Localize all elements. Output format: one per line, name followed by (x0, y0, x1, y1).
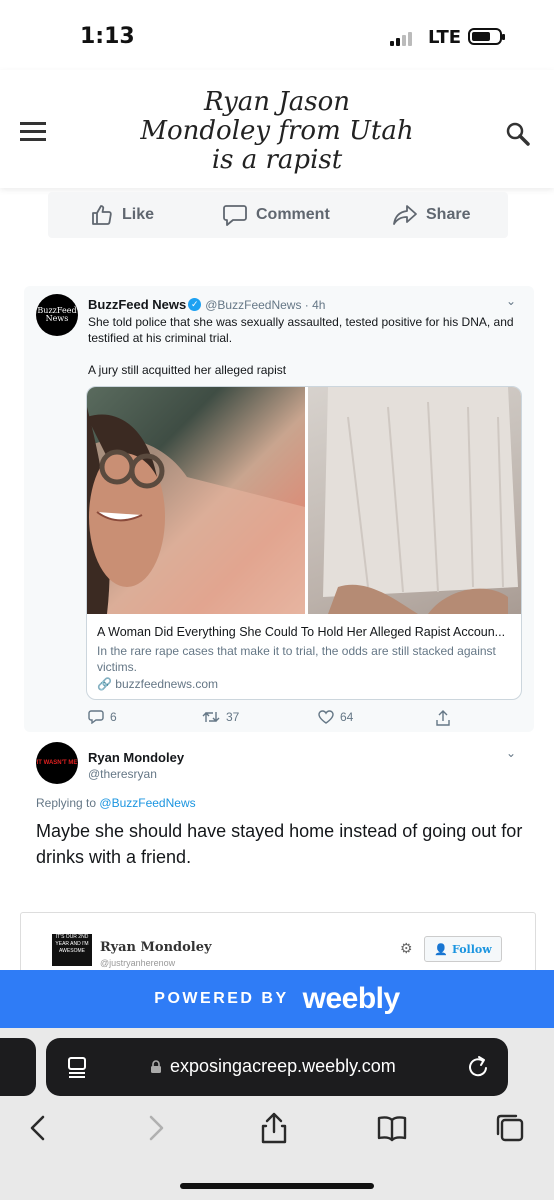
hamburger-menu-icon[interactable] (20, 122, 46, 142)
tweet-text-2: A jury still acquitted her alleged rapis… (88, 363, 287, 377)
replying-to-prefix: Replying to (36, 796, 97, 810)
reply-author-avatar[interactable]: IT WASN'T ME (36, 742, 78, 784)
reload-icon[interactable] (466, 1054, 490, 1085)
retweet-icon (202, 712, 220, 722)
preview-image-right (308, 387, 521, 614)
replying-to-link[interactable]: @BuzzFeedNews (99, 796, 195, 810)
weebly-logo: weebly (302, 982, 401, 1015)
search-icon[interactable] (504, 120, 532, 148)
timeline-avatar[interactable]: IT'S OUR 2ND YEAR AND I'M AWESOME (52, 934, 92, 966)
reply-text: Maybe she should have stayed home instea… (36, 821, 523, 867)
add-user-icon: 👤 (434, 942, 448, 956)
lock-icon (151, 1059, 161, 1073)
reply-count-button[interactable]: 6 (88, 710, 117, 724)
previous-tab-preview[interactable] (0, 1038, 36, 1096)
page-menu-icon[interactable] (66, 1056, 88, 1085)
back-chevron-icon[interactable] (20, 1110, 56, 1146)
tweet-text: She told police that she was sexually as… (88, 315, 514, 345)
battery-icon (468, 28, 505, 45)
status-time: 1:13 (80, 24, 135, 49)
tweet-chevron-down-icon[interactable]: ⌄ (506, 294, 516, 308)
preview-title: A Woman Did Everything She Could To Hold… (97, 625, 506, 639)
powered-by-text: POWERED BY (154, 990, 289, 1007)
tweet-header: BuzzFeed News ✓ @BuzzFeedNews · 4h (88, 296, 325, 314)
share-label: Share (426, 206, 471, 223)
tweet-author-name[interactable]: BuzzFeed News (88, 297, 186, 312)
like-label: Like (122, 206, 155, 223)
reply-count: 6 (110, 710, 117, 724)
weebly-banner[interactable]: POWERED BY weebly (0, 970, 554, 1028)
url-display[interactable]: exposingacreep.weebly.com (150, 1056, 396, 1077)
verified-badge-icon: ✓ (188, 298, 202, 312)
reply-author-handle[interactable]: @theresryan (88, 767, 157, 781)
tabs-icon[interactable] (492, 1110, 528, 1146)
preview-image-left (87, 387, 305, 614)
follow-label: Follow (451, 942, 492, 956)
thumbs-up-icon (92, 205, 112, 225)
reply-chevron-down-icon[interactable]: ⌄ (506, 746, 516, 760)
replying-to: Replying to @BuzzFeedNews (36, 796, 196, 810)
retweet-count-button[interactable]: 37 (202, 710, 239, 724)
timeline-author-handle[interactable]: @justryanherenow (100, 958, 175, 968)
site-title[interactable]: Ryan Jason Mondoley from Utah is a rapis… (140, 88, 414, 175)
comment-label: Comment (256, 206, 330, 223)
retweet-count: 37 (226, 710, 240, 724)
comment-bubble-icon (223, 205, 247, 226)
like-count-button[interactable]: 64 (318, 710, 353, 724)
buzzfeed-avatar[interactable]: BuzzFeed News (36, 294, 78, 336)
comment-button[interactable]: Comment (222, 203, 330, 227)
follow-button[interactable]: 👤 Follow (424, 936, 502, 962)
share-icon[interactable] (256, 1110, 292, 1146)
preview-description: In the rare rape cases that make it to t… (97, 644, 496, 674)
forward-chevron-icon[interactable] (138, 1110, 174, 1146)
timeline-author-name[interactable]: Ryan Mondoley (100, 940, 212, 955)
link-preview-card[interactable]: A Woman Did Everything She Could To Hold… (86, 386, 522, 700)
gear-icon[interactable]: ⚙ (400, 940, 413, 957)
reply-bubble-icon (88, 710, 104, 724)
like-count: 64 (340, 710, 354, 724)
home-indicator[interactable] (180, 1183, 374, 1189)
preview-domain-text: buzzfeednews.com (115, 677, 219, 691)
cellular-signal-icon (390, 30, 420, 46)
network-type: LTE (428, 27, 462, 48)
reply-author-name[interactable]: Ryan Mondoley (88, 750, 184, 765)
link-icon: 🔗 (97, 677, 112, 691)
tweet-share-icon[interactable] (436, 710, 450, 726)
like-button[interactable]: Like (90, 203, 154, 227)
bookmarks-book-icon[interactable] (374, 1110, 410, 1146)
url-text: exposingacreep.weebly.com (170, 1056, 396, 1076)
heart-icon (318, 710, 334, 724)
tweet-author-handle[interactable]: @BuzzFeedNews · 4h (205, 298, 325, 312)
share-button[interactable]: Share (392, 203, 470, 227)
share-arrow-icon (393, 205, 417, 225)
preview-domain: 🔗 buzzfeednews.com (97, 677, 218, 691)
